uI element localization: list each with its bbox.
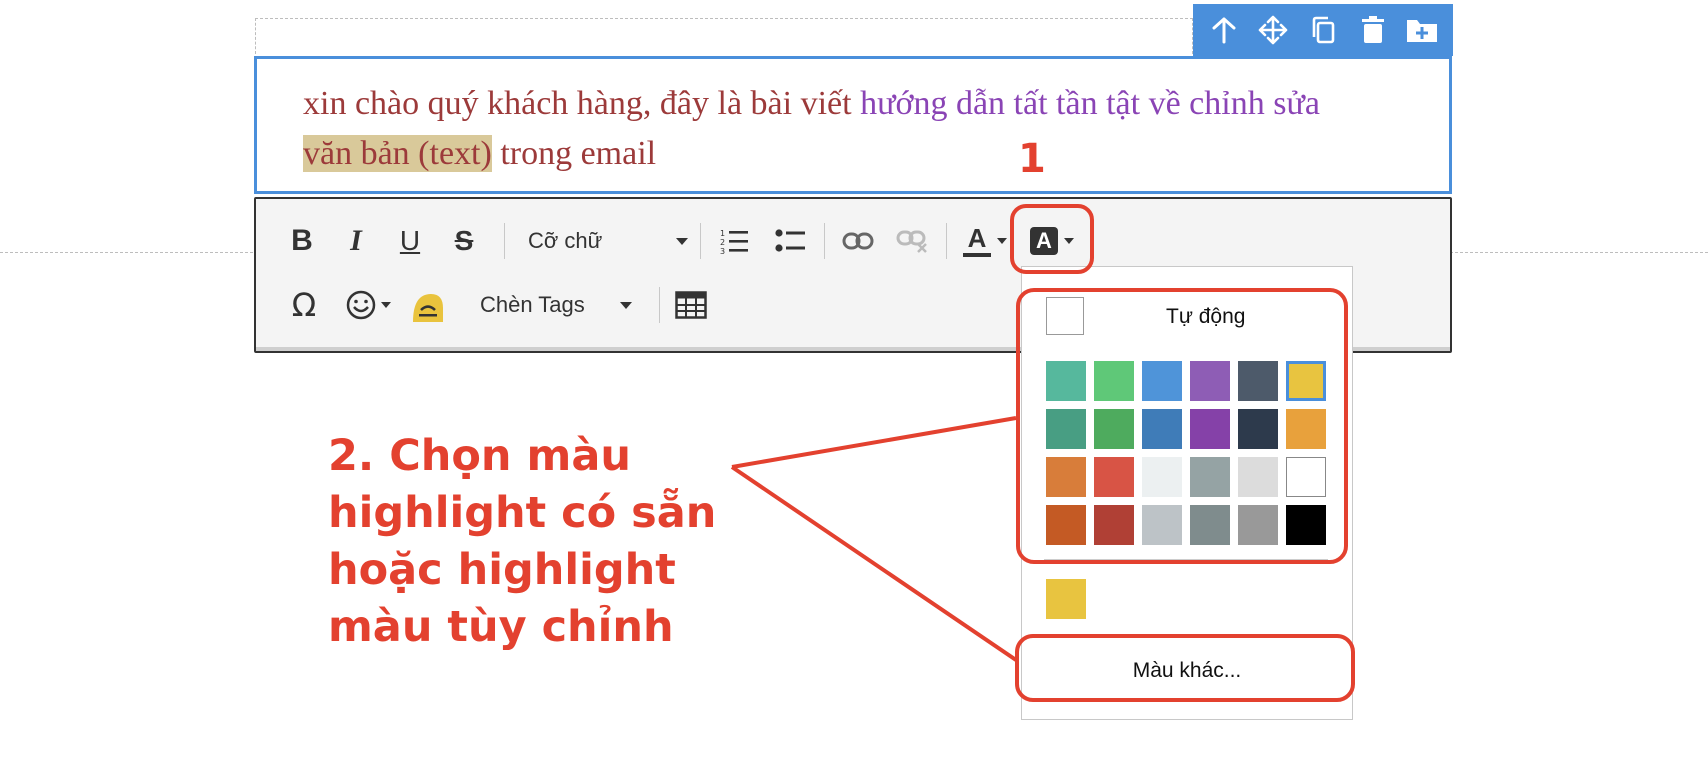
- step-2-pointer-lines: [730, 416, 1018, 662]
- step-2-instruction: 2. Chọn màu highlight có sẵn hoặc highli…: [328, 431, 717, 652]
